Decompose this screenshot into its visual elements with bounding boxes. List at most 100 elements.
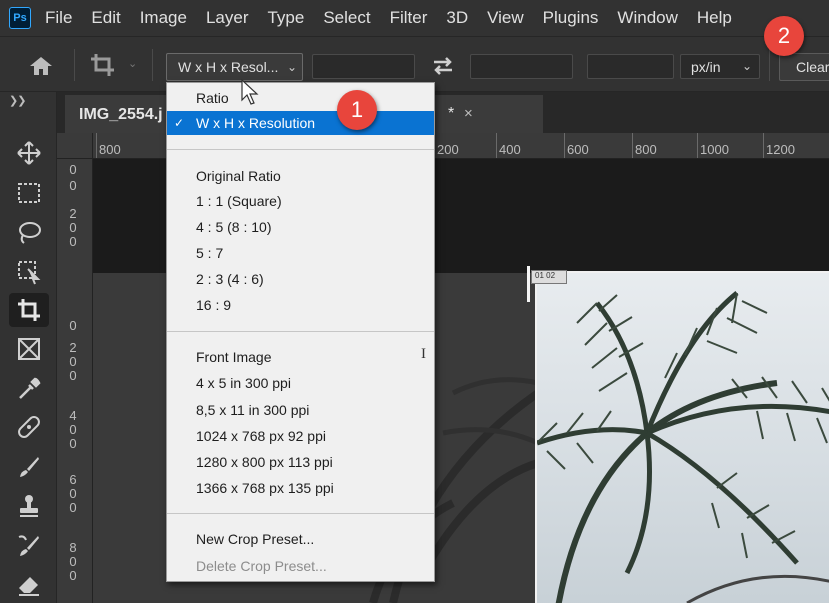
- eraser-icon: [19, 577, 39, 596]
- ruler-label: 1000: [700, 142, 729, 157]
- dropdown-item-preset[interactable]: 1 : 1 (Square): [167, 189, 434, 213]
- modified-marker: *: [448, 105, 455, 122]
- crop-ratio-dropdown: Ratio ✓ W x H x Resolution Original Rati…: [166, 82, 435, 582]
- eyedropper-tool[interactable]: [9, 372, 49, 406]
- crop-preview-photo[interactable]: [535, 271, 829, 603]
- callout-badge-2: 2: [764, 16, 804, 56]
- ruler-corner: [57, 133, 93, 159]
- menu-bar: Ps File Edit Image Layer Type Select Fil…: [0, 0, 829, 36]
- move-icon: [17, 141, 41, 165]
- expand-panel-icon[interactable]: ❯❯: [9, 94, 26, 107]
- separator: [769, 49, 770, 81]
- new-crop-preset-item[interactable]: New Crop Preset...: [167, 527, 434, 551]
- callout-badge-1: 1: [337, 90, 377, 130]
- ruler-label: 0: [69, 318, 77, 333]
- marquee-tool[interactable]: [9, 176, 49, 210]
- ruler-label: 400: [499, 142, 521, 157]
- ruler-label: 2 0 0: [69, 340, 77, 383]
- resolution-field[interactable]: [587, 54, 674, 79]
- dropdown-item-ratio[interactable]: Ratio: [167, 86, 434, 110]
- mouse-pointer-icon: [241, 78, 259, 105]
- delete-crop-preset-item: Delete Crop Preset...: [196, 558, 327, 574]
- dropdown-item-preset[interactable]: Original Ratio: [167, 164, 434, 188]
- home-icon: [30, 57, 52, 75]
- ps-logo: Ps: [9, 7, 31, 29]
- dropdown-item-preset[interactable]: Front Image: [167, 345, 434, 369]
- menu-select[interactable]: Select: [323, 8, 370, 28]
- object-select-tool[interactable]: [9, 255, 49, 289]
- ruler-label: 8 0 0: [69, 540, 77, 583]
- ruler-label: 800: [635, 142, 657, 157]
- ruler-label: 1200: [766, 142, 795, 157]
- menu-edit[interactable]: Edit: [91, 8, 120, 28]
- crop-icon: [91, 54, 114, 76]
- crop-tool-preset-button[interactable]: [88, 51, 118, 79]
- object-select-icon: [18, 261, 41, 285]
- menu-plugins[interactable]: Plugins: [543, 8, 599, 28]
- eyedropper-icon: [19, 377, 41, 399]
- dropdown-item-preset[interactable]: 2 : 3 (4 : 6): [167, 267, 434, 291]
- home-button[interactable]: [26, 54, 56, 78]
- separator: [167, 149, 434, 150]
- dropdown-item-preset[interactable]: 5 : 7: [167, 241, 434, 265]
- marquee-icon: [18, 183, 40, 203]
- close-icon[interactable]: ×: [464, 105, 473, 122]
- brush-tool[interactable]: [9, 450, 49, 484]
- clone-stamp-tool[interactable]: [9, 489, 49, 523]
- history-brush-tool[interactable]: [9, 529, 49, 563]
- menu-filter[interactable]: Filter: [390, 8, 428, 28]
- separator: [74, 49, 75, 81]
- width-field[interactable]: [312, 54, 415, 79]
- crop-tool-icon: [18, 299, 40, 321]
- swap-icon: [434, 57, 452, 75]
- dropdown-item-preset[interactable]: 1024 x 768 px 92 ppi: [167, 424, 434, 448]
- swap-dimensions-button[interactable]: [430, 54, 456, 78]
- menu-type[interactable]: Type: [267, 8, 304, 28]
- healing-tool[interactable]: [9, 410, 49, 444]
- ruler-label: 4 0 0: [69, 408, 77, 451]
- dropdown-item-preset[interactable]: 16 : 9: [167, 293, 434, 317]
- ruler-label: 0: [69, 162, 77, 177]
- frame-tool[interactable]: [9, 332, 49, 366]
- lasso-icon: [19, 222, 41, 244]
- healing-icon: [18, 416, 40, 438]
- dropdown-item-preset[interactable]: 8,5 x 11 in 300 ppi: [167, 398, 434, 422]
- menu-help[interactable]: Help: [697, 8, 732, 28]
- separator: [167, 331, 434, 332]
- crop-tool[interactable]: [9, 293, 49, 327]
- frame-icon: [18, 338, 40, 360]
- menu-image[interactable]: Image: [140, 8, 187, 28]
- ruler-label: 800: [99, 142, 121, 157]
- resolution-unit-select[interactable]: px/in ⌄: [680, 54, 760, 79]
- brush-icon: [20, 457, 39, 477]
- move-tool[interactable]: [9, 136, 49, 170]
- height-field[interactable]: [470, 54, 573, 79]
- dropdown-item-wxhxres[interactable]: ✓ W x H x Resolution: [167, 111, 434, 135]
- crop-ratio-select[interactable]: W x H x Resol... ⌄: [166, 53, 303, 81]
- menu-file[interactable]: File: [45, 8, 72, 28]
- text-cursor-icon: I: [421, 346, 426, 362]
- photoshop-window: Ps File Edit Image Layer Type Select Fil…: [0, 0, 829, 603]
- dropdown-item-preset[interactable]: 1280 x 800 px 113 ppi: [167, 450, 434, 474]
- menu-layer[interactable]: Layer: [206, 8, 249, 28]
- chevron-down-icon: ⌄: [286, 60, 297, 74]
- palm-tree-image: [537, 291, 829, 603]
- chevron-down-icon[interactable]: ⌄: [128, 57, 137, 70]
- menu-window[interactable]: Window: [617, 8, 677, 28]
- resolution-unit-value: px/in: [691, 59, 721, 75]
- dropdown-item-preset[interactable]: 4 x 5 in 300 ppi: [167, 371, 434, 395]
- lasso-tool[interactable]: [9, 216, 49, 250]
- ruler-label: 600: [567, 142, 589, 157]
- crop-ratio-value: W x H x Resol...: [178, 59, 279, 75]
- eraser-tool[interactable]: [9, 567, 49, 601]
- separator: [152, 49, 153, 81]
- chevron-down-icon: ⌄: [741, 59, 752, 73]
- menu-3d[interactable]: 3D: [446, 8, 468, 28]
- crop-layer-badge: 01 02: [531, 270, 567, 284]
- ruler-label: 6 0 0: [69, 472, 77, 515]
- clear-button[interactable]: Clear: [779, 53, 829, 81]
- menu-view[interactable]: View: [487, 8, 524, 28]
- dropdown-item-preset[interactable]: 4 : 5 (8 : 10): [167, 215, 434, 239]
- dropdown-item-preset[interactable]: 1366 x 768 px 135 ppi: [167, 476, 434, 500]
- ruler-label: 2 0 0: [69, 206, 77, 249]
